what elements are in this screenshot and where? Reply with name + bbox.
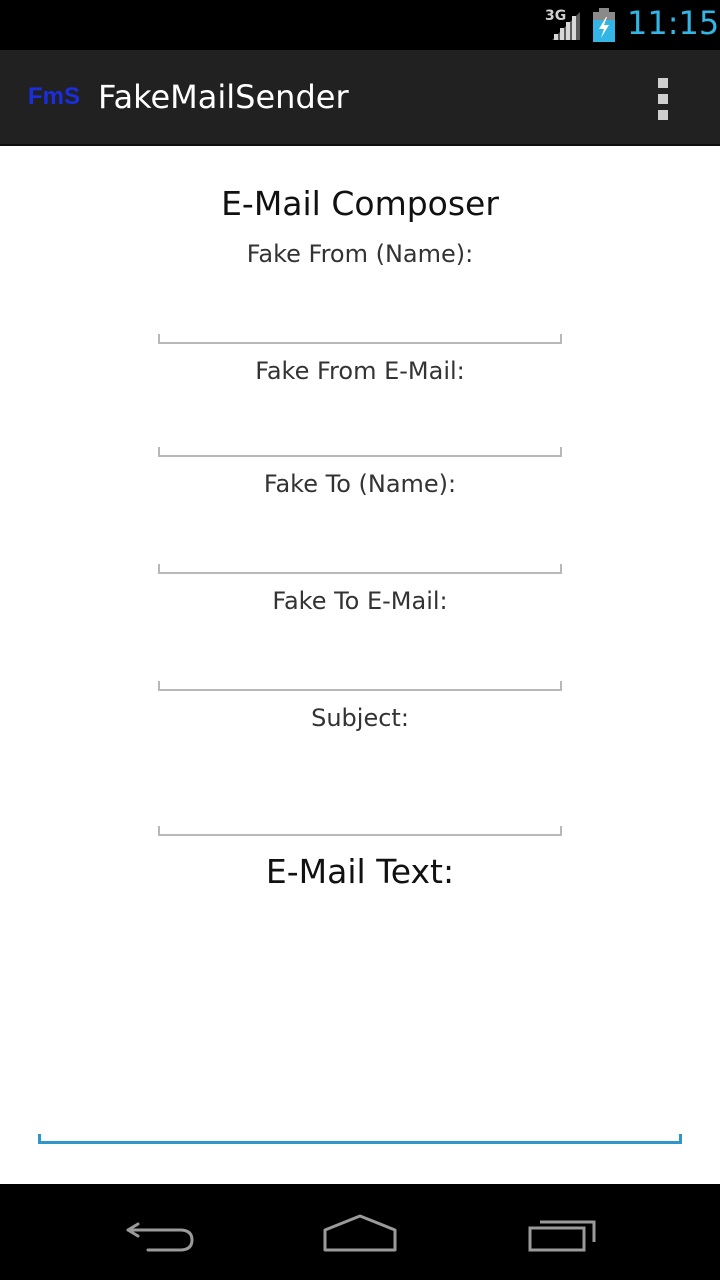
to-email-input[interactable] bbox=[158, 681, 562, 691]
from-name-input[interactable] bbox=[158, 334, 562, 344]
back-icon[interactable] bbox=[100, 1208, 220, 1258]
clock: 11:15 bbox=[627, 4, 720, 42]
app-title: FakeMailSender bbox=[98, 78, 349, 116]
from-email-input[interactable] bbox=[158, 447, 562, 457]
composer-form: E-Mail Composer Fake From (Name): Fake F… bbox=[0, 148, 720, 1184]
to-email-label: Fake To E-Mail: bbox=[272, 587, 448, 615]
recent-apps-icon[interactable] bbox=[500, 1208, 620, 1258]
email-text-input[interactable] bbox=[38, 1134, 682, 1144]
status-bar: 3G 11:15 bbox=[0, 0, 720, 50]
action-bar: FmS FakeMailSender bbox=[0, 50, 720, 146]
subject-label: Subject: bbox=[311, 704, 409, 732]
from-name-label: Fake From (Name): bbox=[246, 240, 474, 268]
composer-title: E-Mail Composer bbox=[221, 184, 499, 223]
home-icon[interactable] bbox=[300, 1208, 420, 1258]
battery-charging-icon bbox=[593, 8, 615, 42]
signal-icon bbox=[552, 12, 580, 40]
navigation-bar bbox=[0, 1184, 720, 1280]
to-name-label: Fake To (Name): bbox=[263, 470, 457, 498]
overflow-menu-icon[interactable] bbox=[650, 76, 678, 122]
email-text-label: E-Mail Text: bbox=[265, 852, 455, 891]
subject-input[interactable] bbox=[158, 826, 562, 836]
app-logo: FmS bbox=[28, 83, 81, 110]
to-name-input[interactable] bbox=[158, 564, 562, 574]
from-email-label: Fake From E-Mail: bbox=[255, 357, 465, 385]
